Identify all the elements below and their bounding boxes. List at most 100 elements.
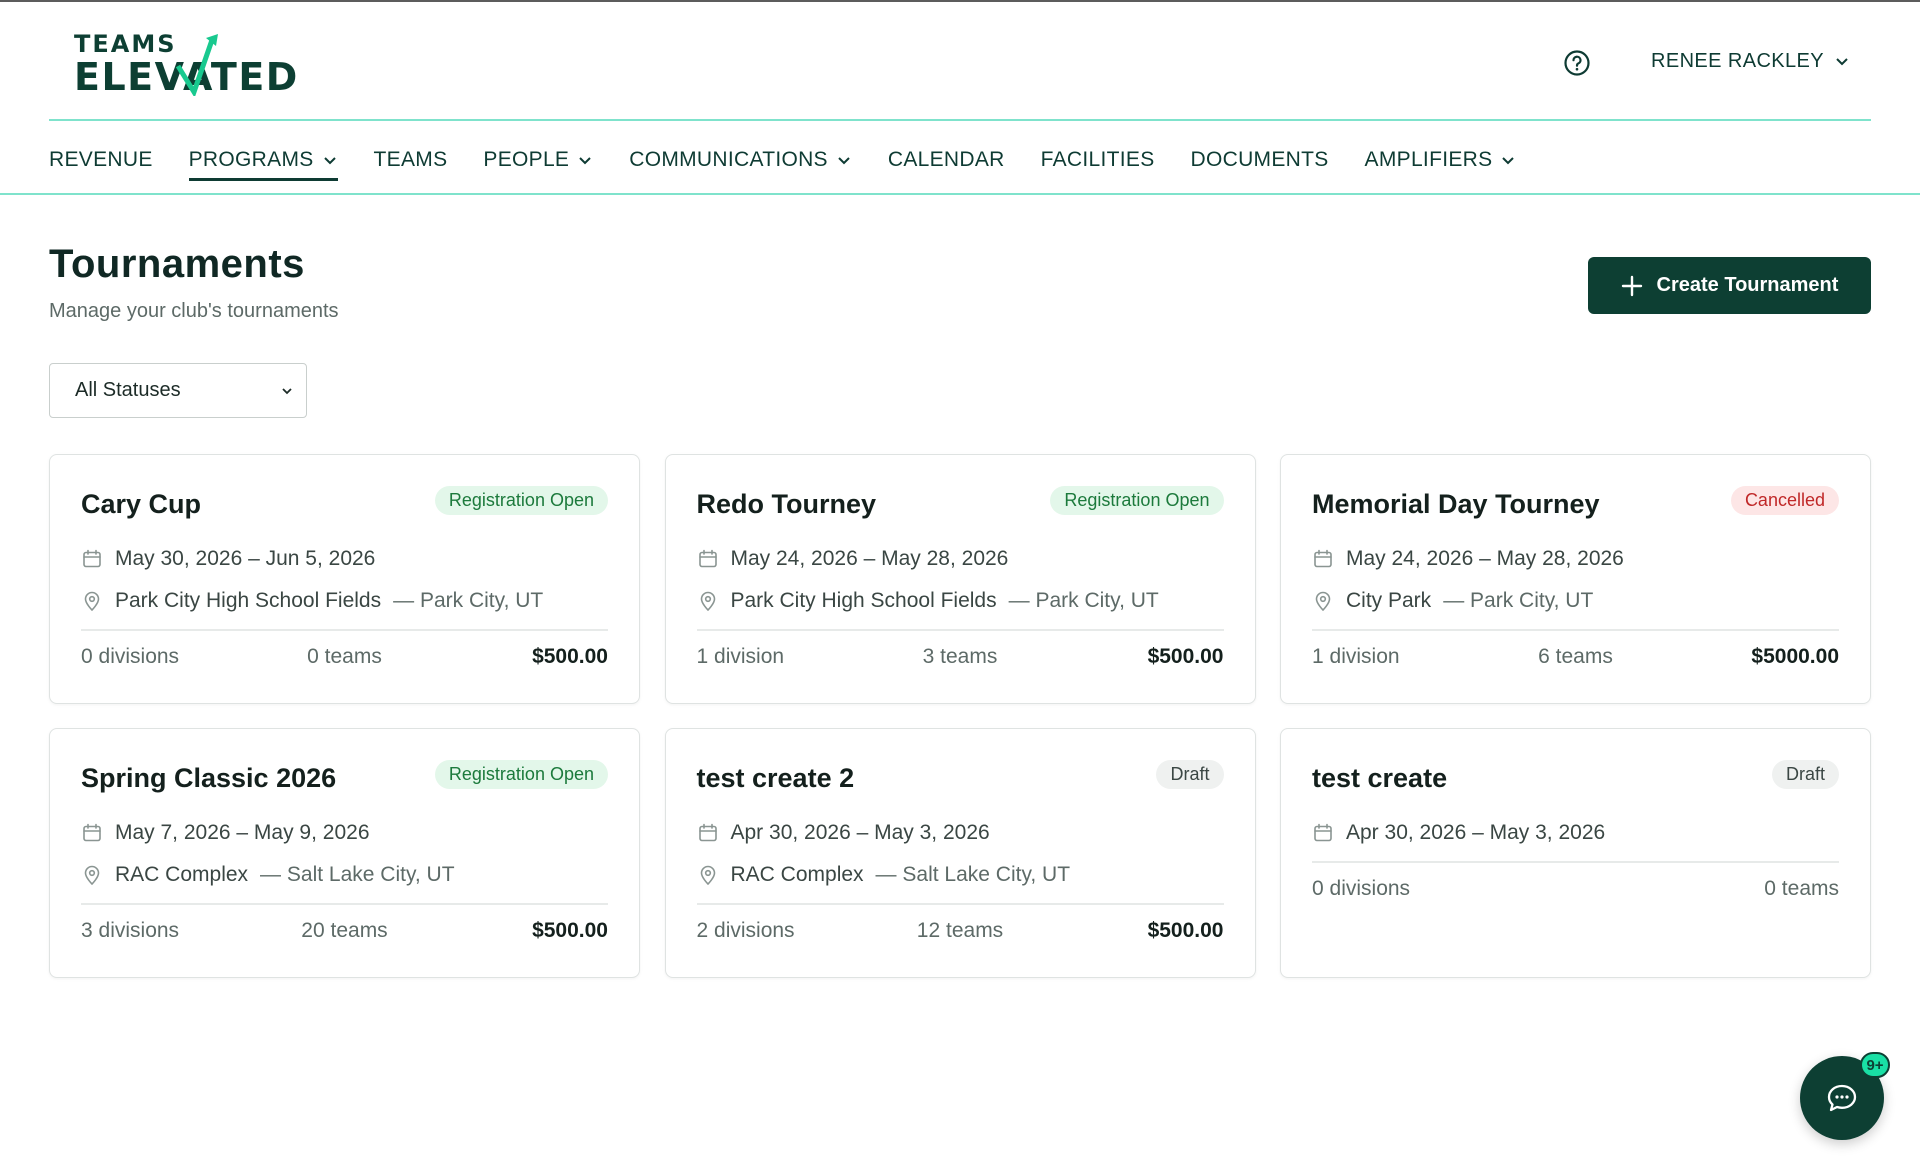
tournament-card[interactable]: test create Draft Apr 30, 2026 – May 3, 20… xyxy=(1280,728,1871,978)
status-badge: Registration Open xyxy=(434,760,608,789)
entry-fee: $500.00 xyxy=(532,919,608,942)
nav-item-programs[interactable]: PROGRAMS xyxy=(188,142,338,181)
svg-text:TEAMS: TEAMS xyxy=(74,30,177,58)
status-badge: Draft xyxy=(1156,760,1224,789)
nav-item-label: FACILITIES xyxy=(1040,148,1155,171)
tournament-location: City Park — Park City, UT xyxy=(1312,589,1593,613)
tournament-dates: May 30, 2026 – Jun 5, 2026 xyxy=(81,547,375,571)
entry-fee: $500.00 xyxy=(1147,919,1224,942)
tournament-dates: Apr 30, 2026 – May 3, 2026 xyxy=(1312,821,1605,845)
calendar-icon xyxy=(1314,823,1332,842)
card-stats: 1 division 3 teams $500.00 xyxy=(697,645,1224,669)
tournament-dates: May 24, 2026 – May 28, 2026 xyxy=(697,547,1008,571)
card-divider xyxy=(696,629,1224,631)
nav-item-documents[interactable]: DOCUMENTS xyxy=(1191,142,1329,178)
calendar-icon xyxy=(698,549,717,568)
map-pin-icon xyxy=(700,865,715,885)
team-count: 3 teams xyxy=(922,645,998,668)
map-pin-icon xyxy=(84,591,100,611)
nav-item-teams[interactable]: TEAMS xyxy=(374,142,448,178)
create-tournament-label: Create Tournament xyxy=(1656,274,1839,296)
nav-divider xyxy=(0,193,1920,195)
division-count: 3 divisions xyxy=(81,919,180,942)
teams-elevated-logo[interactable]: TEAMS ELEVATED xyxy=(74,30,344,96)
venue-city: — Park City, UT xyxy=(393,589,544,612)
calendar-icon xyxy=(698,823,717,842)
status-badge: Registration Open xyxy=(1050,486,1224,515)
chevron-down-icon xyxy=(1836,58,1848,66)
nav-item-label: COMMUNICATIONS xyxy=(629,148,828,171)
card-divider xyxy=(696,903,1224,905)
user-menu[interactable]: RENEE RACKLEY xyxy=(1651,46,1850,76)
division-count: 1 division xyxy=(696,645,785,668)
card-divider xyxy=(81,629,608,631)
map-pin-icon xyxy=(84,865,100,885)
plus-icon xyxy=(1621,275,1642,296)
chevron-down-icon xyxy=(579,157,591,165)
tournament-dates: May 24, 2026 – May 28, 2026 xyxy=(1312,547,1624,571)
card-divider xyxy=(81,903,608,905)
venue-city: — Park City, UT xyxy=(1443,589,1594,612)
tournament-card[interactable]: Redo Tourney Registration Open May 24, 202… xyxy=(664,454,1256,704)
calendar-icon xyxy=(83,549,101,568)
chevron-down-icon xyxy=(282,387,292,394)
nav-item-label: PEOPLE xyxy=(483,148,570,171)
page-title: Tournaments xyxy=(49,242,305,286)
map-pin-icon xyxy=(700,591,715,611)
tournament-dates: Apr 30, 2026 – May 3, 2026 xyxy=(697,821,990,845)
entry-fee: $5000.00 xyxy=(1751,645,1839,668)
create-tournament-button[interactable]: Create Tournament xyxy=(1588,257,1871,314)
team-count: 20 teams xyxy=(301,919,388,942)
nav-item-amplifiers[interactable]: AMPLIFIERS xyxy=(1365,142,1517,178)
tournament-name: test create xyxy=(1312,763,1448,793)
nav-item-facilities[interactable]: FACILITIES xyxy=(1041,142,1155,178)
nav-item-label: CALENDAR xyxy=(887,148,1005,171)
date-range: May 30, 2026 – Jun 5, 2026 xyxy=(115,547,376,570)
entry-fee: $500.00 xyxy=(532,645,608,668)
status-badge: Draft xyxy=(1771,760,1839,789)
nav-item-label: REVENUE xyxy=(49,148,153,171)
venue-name: RAC Complex xyxy=(115,863,249,886)
entry-fee: $500.00 xyxy=(1147,645,1224,668)
nav-item-calendar[interactable]: CALENDAR xyxy=(888,142,1005,178)
tournament-name: Redo Tourney xyxy=(696,489,877,519)
tournament-name: Memorial Day Tourney xyxy=(1312,489,1600,519)
card-divider xyxy=(1312,629,1839,631)
tournament-location: Park City High School Fields — Park City,… xyxy=(81,589,543,613)
tournament-location: Park City High School Fields — Park City,… xyxy=(697,589,1159,613)
tournament-card[interactable]: test create 2 Draft Apr 30, 2026 – May 3, … xyxy=(664,728,1256,978)
status-filter-select[interactable]: All Statuses xyxy=(49,363,307,418)
calendar-icon xyxy=(1314,549,1332,568)
card-stats: 0 divisions 0 teams xyxy=(1312,877,1839,901)
venue-name: Park City High School Fields xyxy=(115,589,382,612)
team-count: 6 teams xyxy=(1538,645,1613,668)
tournament-card[interactable]: Memorial Day Tourney Cancelled May 24, 202… xyxy=(1280,454,1871,704)
nav-item-label: DOCUMENTS xyxy=(1190,148,1329,171)
card-stats: 0 divisions 0 teams $500.00 xyxy=(81,645,608,669)
nav-item-people[interactable]: PEOPLE xyxy=(483,142,593,178)
date-range: May 7, 2026 – May 9, 2026 xyxy=(115,821,370,844)
card-divider xyxy=(1312,861,1839,863)
tournament-dates: May 7, 2026 – May 9, 2026 xyxy=(81,821,370,845)
card-stats: 2 divisions 12 teams $500.00 xyxy=(697,919,1224,943)
venue-name: Park City High School Fields xyxy=(730,589,997,612)
venue-city: — Park City, UT xyxy=(1008,589,1159,612)
status-filter-value: All Statuses xyxy=(75,379,181,401)
main-nav: REVENUE PROGRAMS TEAMS PEOPLE COMMUNICATIONS… xyxy=(49,142,1552,181)
division-count: 0 divisions xyxy=(1312,877,1411,900)
nav-item-label: TEAMS xyxy=(373,148,448,171)
nav-item-revenue[interactable]: REVENUE xyxy=(49,142,153,178)
card-stats: 1 division 6 teams $5000.00 xyxy=(1312,645,1839,669)
help-circle-icon[interactable] xyxy=(1563,49,1591,77)
tournament-card[interactable]: Cary Cup Registration Open May 30, 2026 – … xyxy=(49,454,640,704)
tournament-card[interactable]: Spring Classic 2026 Registration Open May … xyxy=(49,728,640,978)
card-stats: 3 divisions 20 teams $500.00 xyxy=(81,919,608,943)
nav-item-communications[interactable]: COMMUNICATIONS xyxy=(629,142,852,178)
page-subtitle: Manage your club's tournaments xyxy=(49,300,339,322)
nav-item-label: AMPLIFIERS xyxy=(1364,148,1493,171)
venue-city: — Salt Lake City, UT xyxy=(260,863,455,886)
date-range: Apr 30, 2026 – May 3, 2026 xyxy=(1346,821,1606,844)
header-divider xyxy=(49,119,1871,121)
user-name: RENEE RACKLEY xyxy=(1651,49,1825,72)
map-pin-icon xyxy=(1315,591,1331,611)
